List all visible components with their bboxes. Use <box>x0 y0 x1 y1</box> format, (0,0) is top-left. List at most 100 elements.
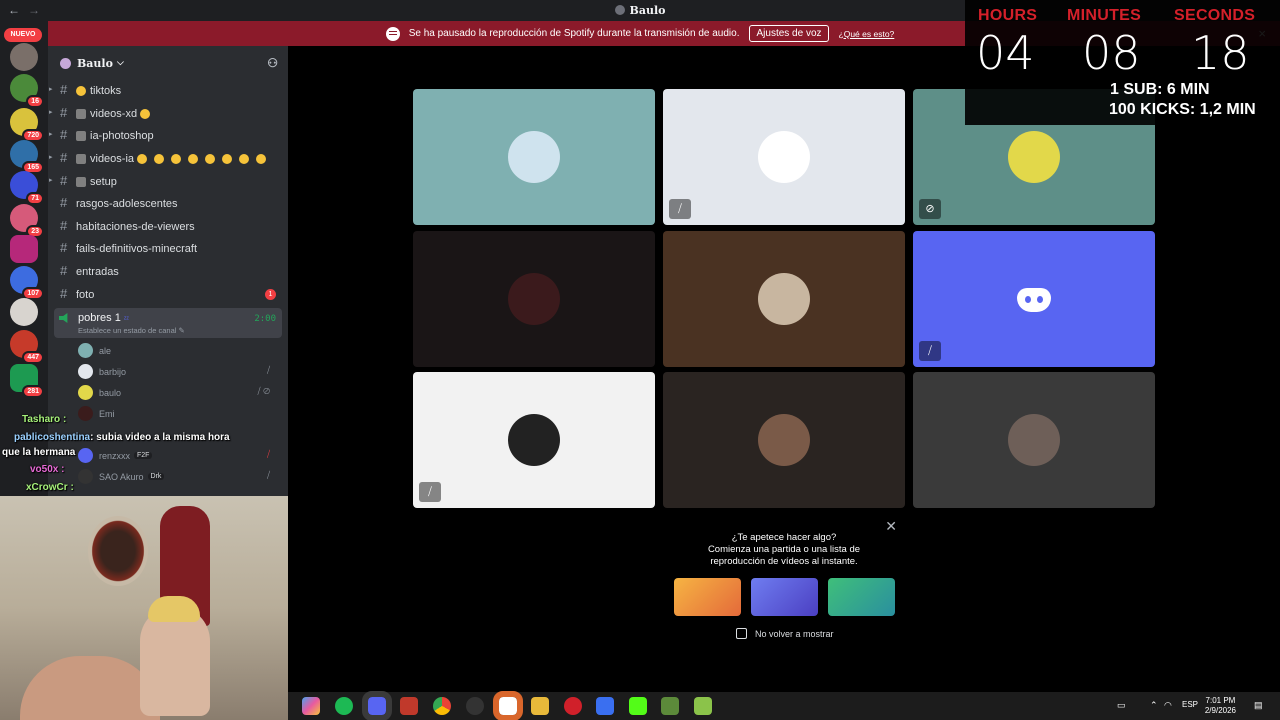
chat-line: xCrowCr : <box>26 482 74 493</box>
clock[interactable]: 7:01 PM 2/9/2026 <box>1205 696 1236 716</box>
channel-status[interactable]: Establece un estado de canal ✎ <box>78 326 185 335</box>
hash-icon: # <box>60 195 68 210</box>
unread-badge: 1 <box>265 289 276 300</box>
user-name: barbijo <box>99 366 127 377</box>
checkbox-box[interactable] <box>736 628 747 639</box>
chat-line: pablicoshentina: subia video a la misma … <box>14 432 230 443</box>
wifi-icon[interactable]: ◠ <box>1164 700 1172 711</box>
participant-tile-1[interactable] <box>413 89 655 225</box>
what-is-this-link[interactable]: ¿Qué es esto? <box>839 29 895 39</box>
app-icon[interactable] <box>400 697 418 715</box>
server-icon-8[interactable]: 107 <box>10 266 44 300</box>
notifications-icon[interactable]: ▤ <box>1254 700 1263 711</box>
app-icon[interactable] <box>694 697 712 715</box>
avatar <box>78 364 93 379</box>
popup-body: Comienza una partida o una lista de repr… <box>707 544 861 567</box>
channel-fails-definitivos-minecraft[interactable]: # fails-definitivos-minecraft <box>54 238 282 259</box>
avatar <box>78 343 93 358</box>
kick-icon[interactable] <box>629 697 647 715</box>
participant-tile-2[interactable]: ⧸ <box>663 89 905 225</box>
participant-tile-8[interactable] <box>663 372 905 508</box>
invite-people-icon[interactable]: ⚇ <box>267 56 278 70</box>
hash-icon: # <box>60 286 68 301</box>
participant-tile-6[interactable]: ⧸ <box>913 231 1155 367</box>
server-icon-1[interactable] <box>10 43 38 71</box>
pencil-icon: ✎ <box>178 326 185 335</box>
game-card-sketch-heads[interactable] <box>751 578 818 616</box>
mic-muted-icon: ⧸ <box>419 482 441 502</box>
hash-icon: # <box>60 127 68 142</box>
laptop-emoji-icon <box>76 176 86 187</box>
keyboard-icon[interactable]: ▭ <box>1117 700 1126 711</box>
channel-label: ia-photoshop <box>90 129 154 142</box>
voice-user-barbijo[interactable]: barbijo ⧸ <box>78 361 278 382</box>
obs-icon[interactable] <box>466 697 484 715</box>
kick-app-icon[interactable] <box>493 691 523 720</box>
server-icon-3[interactable]: 720 <box>10 108 44 142</box>
channel-label: foto <box>76 288 95 301</box>
server-icon-5[interactable]: 71 <box>10 171 44 205</box>
notice-text: Se ha pausado la reproducción de Spotify… <box>408 28 740 39</box>
chat-message: que la hermana <box>2 447 76 458</box>
channel-label: habitaciones-de-viewers <box>76 220 195 233</box>
channel-foto[interactable]: # foto 1 <box>54 284 282 305</box>
participant-tile-7[interactable]: ⧸ <box>413 372 655 508</box>
minecraft-icon[interactable] <box>661 697 679 715</box>
chat-line: vo50x : <box>30 464 64 475</box>
chrome-icon[interactable] <box>433 697 451 715</box>
server-icon-6[interactable]: 23 <box>10 204 44 238</box>
app-icon[interactable] <box>596 697 614 715</box>
spotify-icon[interactable] <box>335 697 353 715</box>
server-badge: 281 <box>22 385 44 398</box>
server-header[interactable]: Baulo ⌵ ⚇ <box>48 46 288 80</box>
voice-user-baulo[interactable]: baulo ⧸ ⊘ <box>78 382 278 403</box>
participant-tile-4[interactable] <box>413 231 655 367</box>
channel-tiktoks[interactable]: ▸ # tiktoks <box>49 80 282 101</box>
hours-label: HOURS <box>978 7 1038 24</box>
channel-videos-ia[interactable]: ▸ # videos-ia <box>49 148 282 169</box>
mute-deafen-icons: ⧸ ⊘ <box>257 386 270 396</box>
discord-icon[interactable] <box>362 691 392 720</box>
emoji-icon <box>76 130 86 141</box>
activity-games <box>674 578 895 616</box>
language-indicator[interactable]: ESP <box>1182 700 1198 709</box>
dont-show-again-checkbox[interactable]: No volver a mostrar <box>736 628 834 639</box>
copilot-icon[interactable] <box>302 697 320 715</box>
file-explorer-icon[interactable] <box>531 697 549 715</box>
voice-settings-button[interactable]: Ajustes de voz <box>749 25 829 42</box>
channel-videos-xd[interactable]: ▸ # videos-xd <box>49 103 282 124</box>
window-title-text: Baulo <box>629 4 666 17</box>
voice-channel-name: pobres 1 ᶻᶻ <box>78 312 129 324</box>
webcam-person <box>20 656 160 720</box>
server-icon-4[interactable]: 165 <box>10 140 44 174</box>
chat-user: Tasharo : <box>22 414 67 425</box>
channel-rasgos-adolescentes[interactable]: # rasgos-adolescentes <box>54 193 282 214</box>
server-icon-11[interactable]: 281 <box>10 364 44 398</box>
channel-label: videos-ia <box>90 152 135 165</box>
participant-avatar <box>758 273 810 325</box>
opera-icon[interactable] <box>564 697 582 715</box>
sub-rule: 1 SUB: 6 MIN <box>1110 81 1210 98</box>
voice-user-ale[interactable]: ale <box>78 340 278 361</box>
channel-habitaciones-de-viewers[interactable]: # habitaciones-de-viewers <box>54 216 282 237</box>
voice-channel-pobres[interactable]: pobres 1 ᶻᶻ Establece un estado de canal… <box>54 308 282 338</box>
participant-tile-5[interactable] <box>663 231 905 367</box>
deafened-icon: ⊘ <box>919 199 941 219</box>
game-card-magic-match[interactable] <box>828 578 895 616</box>
minutes-label: MINUTES <box>1067 7 1142 24</box>
channel-setup[interactable]: ▸ # setup <box>49 171 282 192</box>
server-icon-2[interactable]: 16 <box>10 74 44 108</box>
participant-avatar <box>508 414 560 466</box>
server-icon-9[interactable] <box>10 298 38 326</box>
webcam-feed <box>0 496 288 720</box>
participant-avatar <box>1008 414 1060 466</box>
server-icon-10[interactable]: 447 <box>10 330 44 364</box>
game-card-bobble-league[interactable] <box>674 578 741 616</box>
channel-ia-photoshop[interactable]: ▸ # ia-photoshop <box>49 125 282 146</box>
participant-tile-9[interactable] <box>913 372 1155 508</box>
hash-icon: # <box>60 240 68 255</box>
server-icon-7[interactable] <box>10 235 38 263</box>
channel-entradas[interactable]: # entradas <box>54 261 282 282</box>
chevron-up-icon[interactable]: ⌃ <box>1150 700 1158 711</box>
subathon-timer-overlay: HOURS MINUTES SECONDS 04 08 18 1 SUB: 6 … <box>965 0 1280 125</box>
